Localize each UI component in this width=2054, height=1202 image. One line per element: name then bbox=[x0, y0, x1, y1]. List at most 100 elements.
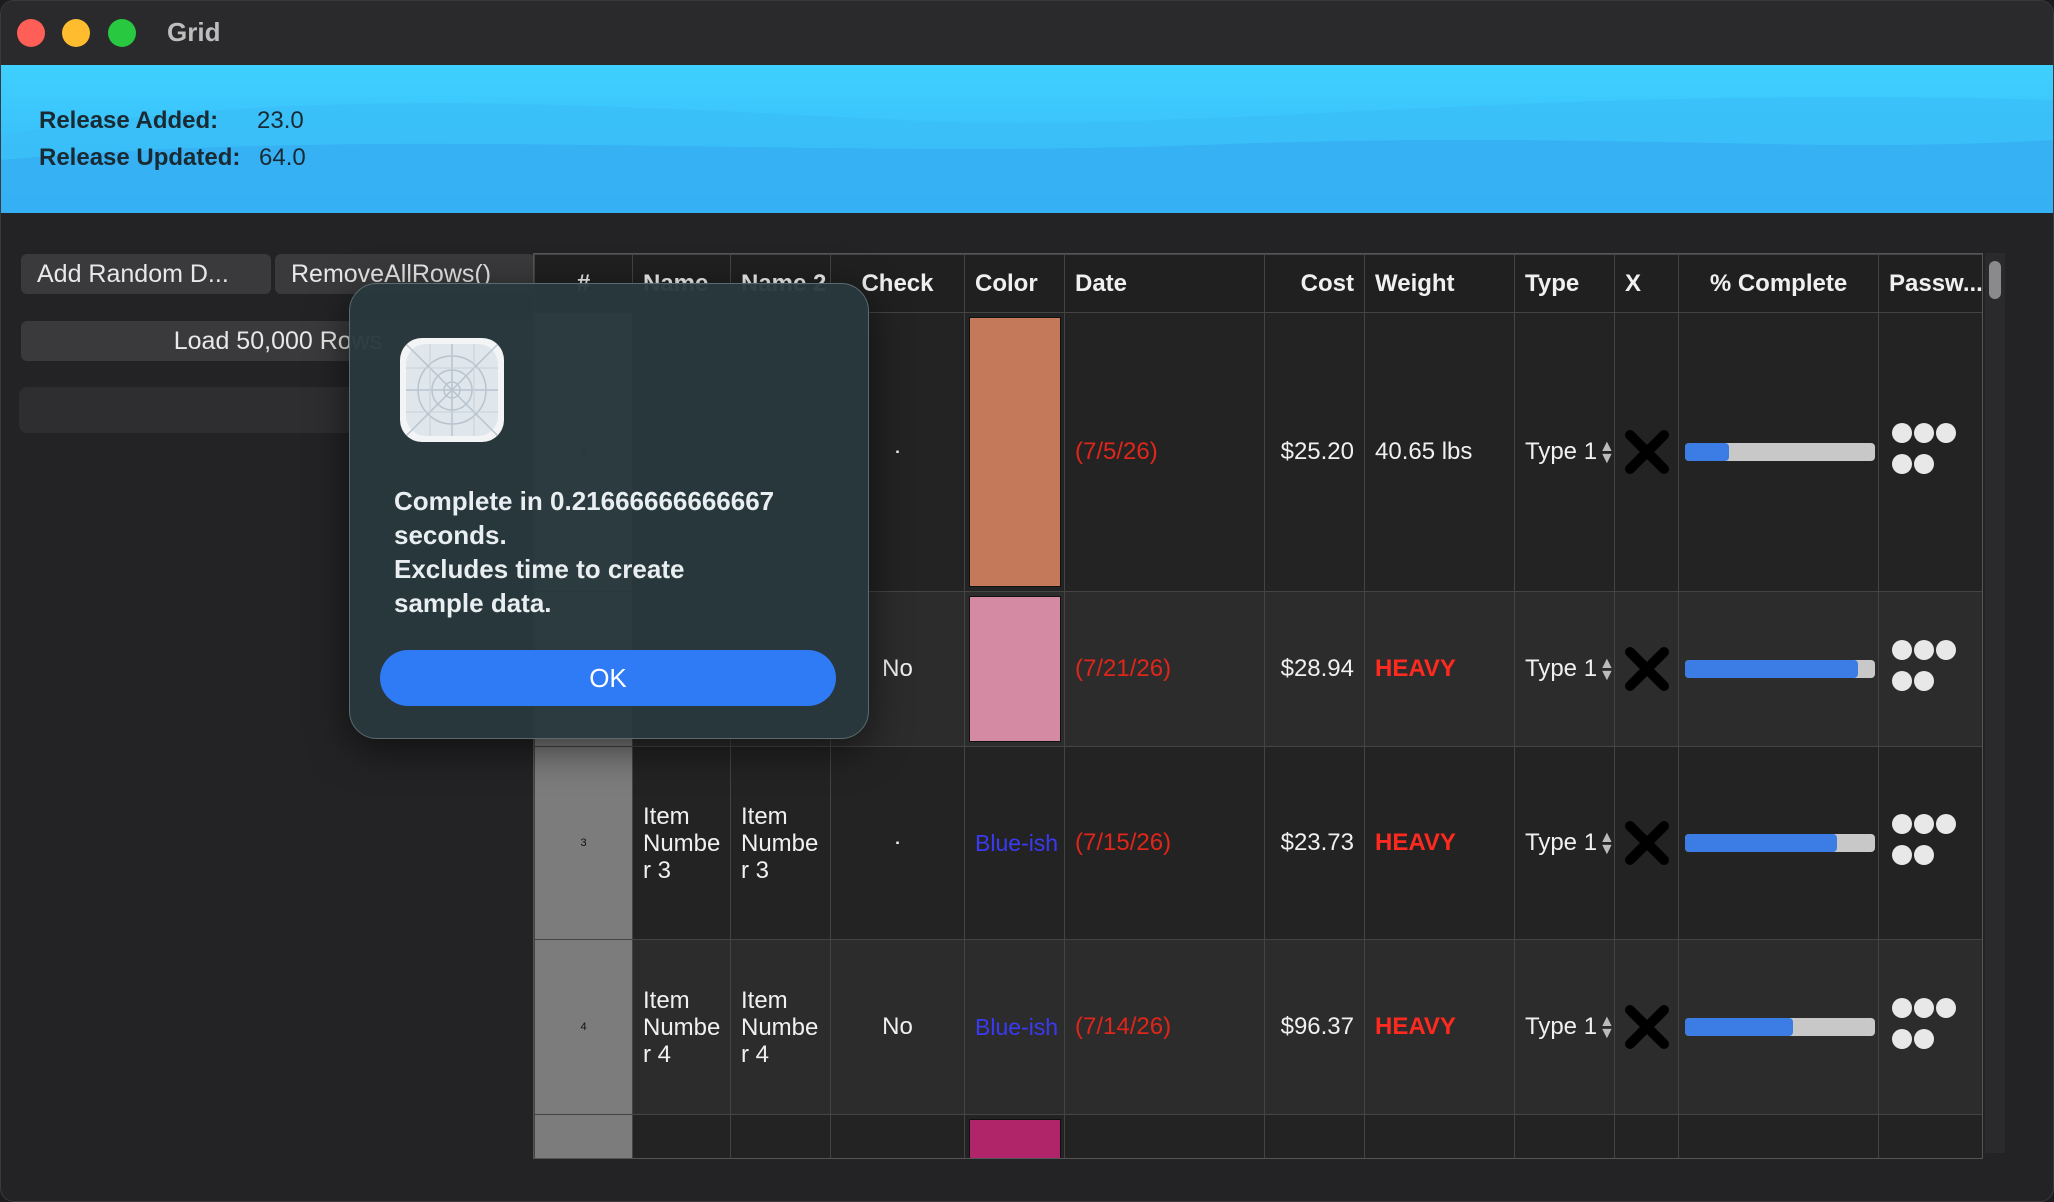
check-cell[interactable]: ▪ bbox=[830, 746, 965, 940]
x-mark-icon bbox=[1624, 430, 1669, 474]
release-updated-label: Release Updated: bbox=[39, 144, 241, 171]
column-header-cost[interactable]: Cost bbox=[1264, 254, 1365, 313]
weight-cell[interactable]: 40.65 lbs bbox=[1364, 312, 1515, 592]
password-cell[interactable] bbox=[1878, 591, 1982, 747]
color-swatch bbox=[969, 317, 1061, 587]
progress-fill bbox=[1685, 660, 1858, 678]
release-updated-row: Release Updated: 64.0 bbox=[39, 144, 306, 172]
minimize-window-button[interactable] bbox=[62, 19, 90, 47]
weight-cell[interactable]: HEAVY bbox=[1364, 939, 1515, 1115]
add-random-data-button[interactable]: Add Random D... bbox=[21, 254, 271, 294]
color-cell[interactable]: Blue-ish bbox=[964, 939, 1065, 1115]
column-header-color[interactable]: Color bbox=[964, 254, 1065, 313]
x-mark-icon bbox=[1624, 821, 1669, 865]
color-cell[interactable] bbox=[964, 591, 1065, 747]
percent-complete-cell bbox=[1678, 746, 1879, 940]
ok-button[interactable]: OK bbox=[380, 650, 836, 706]
release-added-label: Release Added: bbox=[39, 107, 219, 134]
cost-cell bbox=[1264, 1114, 1365, 1158]
dialog-message-line: sample data. bbox=[394, 588, 552, 618]
release-updated-value: 64.0 bbox=[259, 144, 306, 171]
weight-cell[interactable]: HEAVY bbox=[1364, 746, 1515, 940]
name-cell[interactable]: Item Numbe r 3 bbox=[632, 746, 731, 940]
progress-bar bbox=[1685, 660, 1875, 678]
color-swatch bbox=[969, 596, 1061, 742]
progress-fill bbox=[1685, 1018, 1794, 1036]
x-cell[interactable] bbox=[1614, 939, 1679, 1115]
cost-cell[interactable]: $23.73 bbox=[1264, 746, 1365, 940]
password-cell[interactable] bbox=[1878, 939, 1982, 1115]
release-added-value: 23.0 bbox=[257, 107, 304, 134]
banner-wave-graphic bbox=[1, 97, 2053, 213]
column-header-date[interactable]: Date bbox=[1064, 254, 1265, 313]
close-window-button[interactable] bbox=[17, 19, 45, 47]
password-cell[interactable] bbox=[1878, 312, 1982, 592]
name-cell[interactable]: Item Numbe r 4 bbox=[632, 939, 731, 1115]
name-cell bbox=[632, 1114, 731, 1158]
percent-complete-cell bbox=[1678, 591, 1879, 747]
cost-cell[interactable]: $28.94 bbox=[1264, 591, 1365, 747]
progress-bar bbox=[1685, 1018, 1875, 1036]
scrollbar-thumb[interactable] bbox=[1989, 261, 2001, 299]
table-row[interactable] bbox=[534, 1114, 1982, 1158]
x-mark-icon bbox=[1624, 647, 1669, 691]
x-cell[interactable] bbox=[1614, 591, 1679, 747]
percent-complete-cell bbox=[1678, 939, 1879, 1115]
date-cell bbox=[1064, 1114, 1265, 1158]
type-cell[interactable]: Type 1 ▲ ▼ bbox=[1514, 746, 1615, 940]
date-cell[interactable]: (7/15/26) bbox=[1064, 746, 1265, 940]
x-cell bbox=[1614, 1114, 1679, 1158]
progress-bar bbox=[1685, 834, 1875, 852]
progress-fill bbox=[1685, 443, 1729, 461]
name2-cell bbox=[730, 1114, 831, 1158]
type-cell[interactable]: Type 1 ▲ ▼ bbox=[1514, 591, 1615, 747]
cost-cell[interactable]: $25.20 bbox=[1264, 312, 1365, 592]
column-header-weight[interactable]: Weight bbox=[1364, 254, 1515, 313]
date-cell[interactable]: (7/5/26) bbox=[1064, 312, 1265, 592]
title-bar: Grid bbox=[1, 1, 2053, 65]
header-banner: Release Added: 23.0 Release Updated: 64.… bbox=[1, 65, 2053, 213]
date-cell[interactable]: (7/14/26) bbox=[1064, 939, 1265, 1115]
zoom-window-button[interactable] bbox=[108, 19, 136, 47]
table-row[interactable]: 3 Item Numbe r 3 Item Numbe r 3 ▪ Blue-i… bbox=[534, 746, 1982, 940]
check-cell[interactable]: No bbox=[830, 939, 965, 1115]
dialog-message: Complete in 0.21666666666667 seconds. Ex… bbox=[394, 484, 834, 620]
stepper-arrows-icon[interactable]: ▲ ▼ bbox=[1599, 438, 1613, 466]
name2-cell[interactable]: Item Numbe r 3 bbox=[730, 746, 831, 940]
date-cell[interactable]: (7/21/26) bbox=[1064, 591, 1265, 747]
weight-cell[interactable]: HEAVY bbox=[1364, 591, 1515, 747]
name2-cell[interactable]: Item Numbe r 4 bbox=[730, 939, 831, 1115]
progress-fill bbox=[1685, 834, 1837, 852]
type-value: Type 1 bbox=[1525, 1013, 1598, 1040]
cost-cell[interactable]: $96.37 bbox=[1264, 939, 1365, 1115]
column-header-type[interactable]: Type bbox=[1514, 254, 1615, 313]
stepper-arrows-icon[interactable]: ▲ ▼ bbox=[1599, 1013, 1613, 1041]
type-cell[interactable]: Type 1 ▲ ▼ bbox=[1514, 312, 1615, 592]
password-cell bbox=[1878, 1114, 1982, 1158]
release-added-row: Release Added: 23.0 bbox=[39, 107, 304, 135]
percent-complete-cell bbox=[1678, 312, 1879, 592]
color-cell[interactable]: Blue-ish bbox=[964, 746, 1065, 940]
app-placeholder-icon bbox=[400, 338, 504, 442]
row-number-cell: 4 bbox=[534, 939, 633, 1115]
dialog-message-line: Complete in 0.21666666666667 bbox=[394, 486, 775, 516]
color-cell[interactable] bbox=[964, 1114, 1065, 1158]
column-header-password[interactable]: Passw... bbox=[1878, 254, 1982, 313]
password-cell[interactable] bbox=[1878, 746, 1982, 940]
vertical-scrollbar[interactable] bbox=[1985, 253, 2005, 1153]
table-row[interactable]: 4 Item Numbe r 4 Item Numbe r 4 No Blue-… bbox=[534, 939, 1982, 1115]
type-cell[interactable]: Type 1 ▲ ▼ bbox=[1514, 939, 1615, 1115]
column-header-percent-complete[interactable]: % Complete bbox=[1678, 254, 1879, 313]
type-value: Type 1 bbox=[1525, 438, 1598, 465]
x-mark-icon bbox=[1624, 1005, 1669, 1049]
type-value: Type 1 bbox=[1525, 829, 1598, 856]
stepper-arrows-icon[interactable]: ▲ ▼ bbox=[1599, 655, 1613, 683]
progress-bar bbox=[1685, 443, 1875, 461]
x-cell[interactable] bbox=[1614, 312, 1679, 592]
x-cell[interactable] bbox=[1614, 746, 1679, 940]
color-cell[interactable] bbox=[964, 312, 1065, 592]
stepper-arrows-icon[interactable]: ▲ ▼ bbox=[1599, 829, 1613, 857]
dialog-message-line: seconds. bbox=[394, 520, 507, 550]
row-number-cell bbox=[534, 1114, 633, 1158]
column-header-x[interactable]: X bbox=[1614, 254, 1679, 313]
